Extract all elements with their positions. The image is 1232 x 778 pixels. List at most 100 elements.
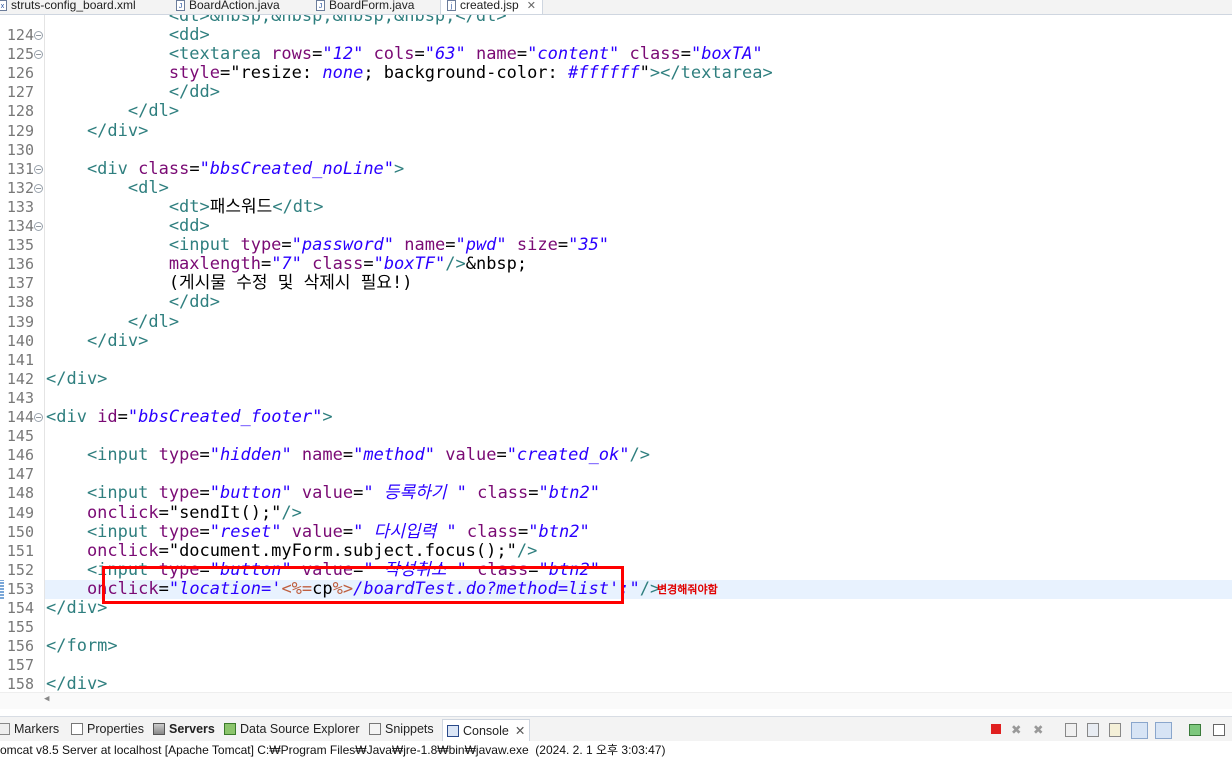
- code-line[interactable]: </dl>: [46, 102, 179, 121]
- code-line[interactable]: onclick="document.myForm.subject.focus()…: [46, 540, 537, 561]
- fold-toggle-icon[interactable]: −: [34, 183, 43, 193]
- code-line[interactable]: <dd>: [46, 217, 210, 236]
- code-token: =: [281, 235, 292, 256]
- tab-servers[interactable]: Servers: [153, 722, 215, 736]
- code-editor[interactable]: 124−125−126 127 128 129 130 131−132−133 134−13…: [0, 15, 1232, 692]
- code-line[interactable]: <dl>: [46, 178, 169, 198]
- tab-boardform-java[interactable]: J BoardForm.java: [316, 0, 414, 14]
- fold-toggle-icon[interactable]: −: [34, 222, 43, 231]
- code-token: </div>: [46, 674, 108, 692]
- code-token: "button": [209, 483, 292, 504]
- tab-label: Properties: [87, 722, 144, 736]
- code-line[interactable]: onclick="sendIt();"/>: [46, 502, 302, 523]
- code-line[interactable]: </dd>: [46, 293, 220, 312]
- tab-markers[interactable]: Markers: [0, 722, 59, 736]
- fold-toggle-icon[interactable]: −: [34, 50, 43, 60]
- code-token: (게시물 수정 및 삭제시 필요!): [46, 273, 413, 294]
- code-token: ></textarea>: [649, 63, 773, 84]
- terminate-icon[interactable]: [989, 722, 1004, 737]
- fold-toggle-icon[interactable]: −: [34, 31, 43, 40]
- code-token: </div>: [46, 120, 149, 141]
- close-icon[interactable]: ✕: [527, 0, 536, 12]
- code-line[interactable]: <input type="button" value=" 등록하기 " clas…: [46, 484, 600, 503]
- line-number: 132: [6, 178, 34, 197]
- tab-properties[interactable]: Properties: [71, 722, 144, 736]
- code-line[interactable]: <input type="reset" value=" 다시입력 " class…: [46, 522, 590, 542]
- fold-toggle-icon[interactable]: −: [34, 164, 43, 174]
- open-console-icon[interactable]: [1211, 722, 1226, 737]
- code-line[interactable]: <div id="bbsCreated_footer">: [46, 408, 333, 427]
- code-line[interactable]: </div>: [46, 120, 149, 141]
- pin-console-icon[interactable]: [1187, 722, 1202, 737]
- remove-all-icon[interactable]: ✖: [1033, 722, 1048, 737]
- line-number: 127: [6, 83, 34, 102]
- scroll-left-icon[interactable]: ◀: [44, 694, 49, 704]
- line-number: 137: [6, 274, 34, 293]
- code-token: "content": [527, 44, 620, 65]
- code-line[interactable]: </div>: [46, 369, 107, 389]
- show-on-stdout-icon[interactable]: [1131, 722, 1148, 739]
- code-token: size: [506, 235, 558, 256]
- code-line[interactable]: <input type="password" name="pwd" size="…: [46, 236, 609, 255]
- line-number: 147: [6, 465, 34, 484]
- tab-label: created.jsp: [460, 0, 519, 12]
- code-line[interactable]: </dl>: [46, 312, 179, 332]
- line-number: 136: [6, 255, 34, 274]
- code-token: ": [639, 63, 650, 84]
- line-number: 158: [6, 675, 34, 692]
- code-token: "hidden": [209, 445, 292, 466]
- fold-toggle-icon[interactable]: −: [34, 413, 43, 422]
- line-number: 155: [6, 618, 34, 637]
- code-line[interactable]: </div>: [46, 675, 107, 692]
- code-line[interactable]: <textarea rows="12" cols="63" name="cont…: [46, 45, 763, 64]
- snippets-icon: [369, 723, 381, 735]
- code-line[interactable]: maxlength="7" class="boxTF"/>&nbsp;: [46, 255, 527, 274]
- tab-struts-config-board-xml[interactable]: x struts-config_board.xml: [0, 0, 136, 14]
- code-line[interactable]: <input type="hidden" name="method" value…: [46, 446, 650, 465]
- line-number: 130: [6, 140, 34, 159]
- code-token: "7": [271, 254, 302, 275]
- code-token: <input: [46, 483, 159, 504]
- line-number: 135: [6, 236, 34, 255]
- word-wrap-icon[interactable]: [1107, 722, 1122, 737]
- show-on-stderr-icon[interactable]: [1155, 722, 1172, 739]
- tab-created-jsp[interactable]: j created.jsp ✕: [440, 0, 543, 14]
- code-token: <input: [46, 445, 159, 466]
- clear-console-icon[interactable]: [1063, 722, 1078, 737]
- code-line[interactable]: <div class="bbsCreated_noLine">: [46, 159, 404, 179]
- line-number: 156: [6, 637, 34, 656]
- code-line[interactable]: <dd>: [46, 26, 210, 45]
- code-token: cols: [363, 44, 415, 65]
- code-token: style: [46, 63, 220, 84]
- remove-launch-icon[interactable]: ✖: [1011, 722, 1026, 737]
- line-number: 128: [6, 102, 34, 121]
- line-number: 133: [6, 197, 34, 216]
- code-line[interactable]: (게시물 수정 및 삭제시 필요!): [46, 274, 413, 293]
- code-token: none: [322, 63, 364, 84]
- code-line[interactable]: style="resize: none; background-color: #…: [46, 64, 773, 83]
- code-token: </div>: [46, 598, 108, 618]
- code-token: />: [281, 502, 302, 523]
- tab-console[interactable]: Console ✕: [442, 719, 531, 741]
- code-line[interactable]: </div>: [46, 331, 148, 351]
- code-line[interactable]: </form>: [46, 637, 118, 656]
- scroll-lock-icon[interactable]: [1085, 722, 1100, 737]
- tab-data-source-explorer[interactable]: Data Source Explorer: [224, 722, 360, 736]
- code-token: =: [414, 44, 425, 65]
- code-token: id: [97, 407, 118, 427]
- code-token: "created_ok": [506, 445, 630, 466]
- code-token: class: [619, 44, 681, 65]
- line-number: 153: [6, 579, 34, 598]
- code-line[interactable]: </div>: [46, 599, 107, 618]
- horizontal-scrollbar[interactable]: ◀: [0, 692, 1232, 709]
- line-number: 134: [6, 217, 34, 235]
- code-token: ="document.myForm.subject.focus();": [158, 540, 517, 561]
- code-token: name: [465, 44, 517, 65]
- code-token: "boxTA": [690, 44, 763, 65]
- tab-boardaction-java[interactable]: J BoardAction.java: [176, 0, 280, 14]
- code-line[interactable]: <dt>패스워드</dt>: [46, 196, 324, 217]
- code-line[interactable]: </dd>: [46, 83, 220, 102]
- close-icon[interactable]: ✕: [515, 724, 525, 738]
- code-token: 패스워드: [209, 196, 273, 217]
- tab-snippets[interactable]: Snippets: [369, 722, 434, 736]
